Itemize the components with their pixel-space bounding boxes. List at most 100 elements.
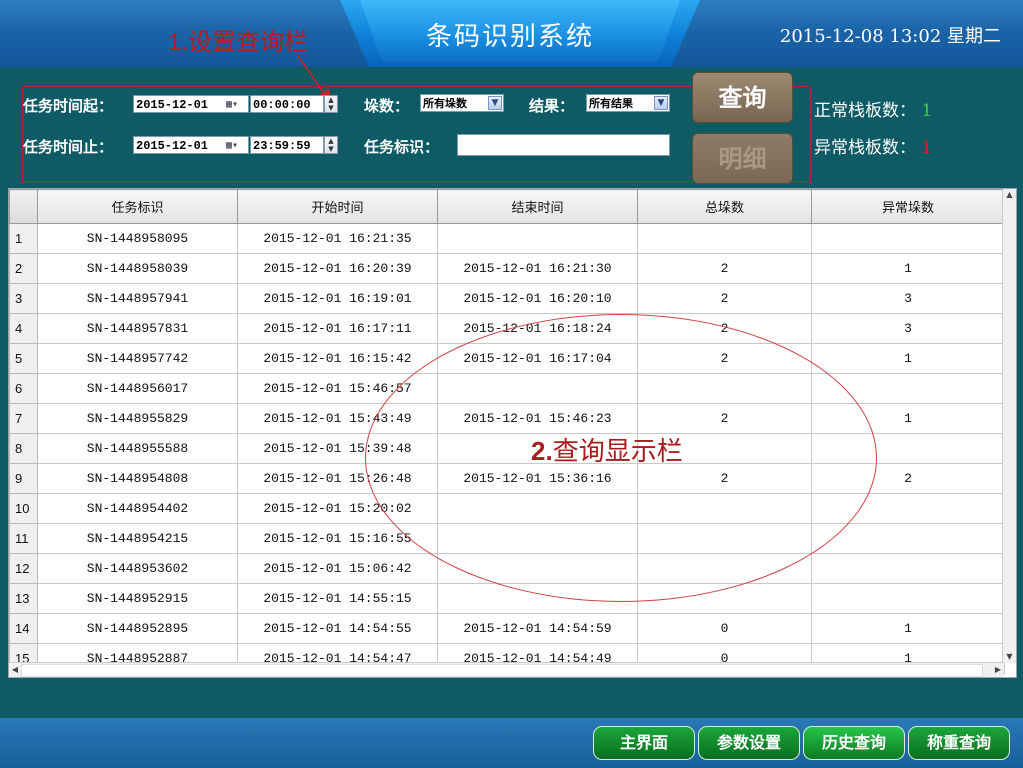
pile-count-value: 所有垛数 [423,97,467,110]
table-cell-start: 2015-12-01 16:17:11 [237,313,438,344]
table-cell-total: 2 [637,283,812,314]
vertical-scrollbar[interactable]: ▲ ▼ [1002,189,1016,663]
table-row[interactable]: 6 SN-1448956017 2015-12-01 15:46:57 [9,373,1005,404]
pile-count-select[interactable]: 所有垛数 ▼ [420,94,504,112]
table-cell-id: SN-1448958039 [37,253,238,284]
row-number: 10 [9,493,38,524]
spin-up-icon[interactable]: ▲ [325,96,337,104]
table-cell-id: SN-1448958095 [37,223,238,254]
scroll-down-icon[interactable]: ▼ [1003,651,1016,663]
table-header-row: 任务标识 开始时间 结束时间 总垛数 异常垛数 [9,189,1005,224]
annotation-display-area: 2.查询显示栏 [531,431,683,468]
table-row[interactable]: 3 SN-1448957941 2015-12-01 16:19:01 2015-12… [9,283,1005,314]
table-cell-end [437,583,638,614]
end-date-value: 2015-12-01 [136,139,209,153]
end-time-spinner[interactable]: ▲ ▼ [324,136,338,154]
column-header[interactable]: 结束时间 [437,189,638,224]
table-cell-total [637,523,812,554]
horizontal-scrollbar[interactable]: ◀ ▶ [9,662,1004,677]
row-number: 8 [9,433,38,464]
table-row[interactable]: 8 SN-1448955588 2015-12-01 15:39:48 [9,433,1005,464]
calendar-dropdown-icon[interactable]: ▦▾ [226,97,248,111]
table-cell-start: 2015-12-01 15:20:02 [237,493,438,524]
results-grid[interactable]: 任务标识 开始时间 结束时间 总垛数 异常垛数 1 SN-1448958095 20… [8,188,1017,678]
table-row[interactable]: 2 SN-1448958039 2015-12-01 16:20:39 2015-12… [9,253,1005,284]
spin-up-icon[interactable]: ▲ [325,137,337,145]
table-cell-id: SN-1448957742 [37,343,238,374]
abnormal-pallet-value: 1 [921,138,933,158]
table-row[interactable]: 7 SN-1448955829 2015-12-01 15:43:49 2015-12… [9,403,1005,434]
table-cell-start: 2015-12-01 15:16:55 [237,523,438,554]
table-cell-abnormal [811,523,1005,554]
table-cell-total: 0 [637,613,812,644]
spin-down-icon[interactable]: ▼ [325,104,337,112]
table-cell-end: 2015-12-01 16:20:10 [437,283,638,314]
query-button[interactable]: 查询 [692,72,793,123]
nav-weighing-button[interactable]: 称重查询 [908,726,1010,760]
start-date-picker[interactable]: 2015-12-01 ▦▾ [133,95,249,113]
nav-settings-button[interactable]: 参数设置 [698,726,800,760]
detail-button[interactable]: 明细 [692,133,793,184]
table-row[interactable]: 1 SN-1448958095 2015-12-01 16:21:35 [9,223,1005,254]
calendar-dropdown-icon[interactable]: ▦▾ [226,138,248,152]
table-cell-id: SN-1448952895 [37,613,238,644]
table-cell-id: SN-1448957831 [37,313,238,344]
row-number: 13 [9,583,38,614]
start-time-input[interactable]: 00:00:00 [250,95,324,113]
table-cell-end [437,223,638,254]
table-row[interactable]: 5 SN-1448957742 2015-12-01 16:15:42 2015-12… [9,343,1005,374]
table-cell-start: 2015-12-01 14:55:15 [237,583,438,614]
table-row[interactable]: 13 SN-1448952915 2015-12-01 14:55:15 [9,583,1005,614]
normal-pallet-label: 正常栈板数： [814,101,916,121]
end-time-input[interactable]: 23:59:59 [250,136,324,154]
column-header[interactable]: 任务标识 [37,189,238,224]
table-cell-id: SN-1448954215 [37,523,238,554]
table-cell-start: 2015-12-01 15:46:57 [237,373,438,404]
table-cell-start: 2015-12-01 15:43:49 [237,403,438,434]
nav-history-button[interactable]: 历史查询 [803,726,905,760]
spin-down-icon[interactable]: ▼ [325,145,337,153]
table-cell-abnormal: 1 [811,403,1005,434]
table-row[interactable]: 14 SN-1448952895 2015-12-01 14:54:55 2015-1… [9,613,1005,644]
start-time-spinner[interactable]: ▲ ▼ [324,95,338,113]
table-cell-abnormal: 3 [811,283,1005,314]
normal-pallet-count: 正常栈板数： 1 [814,96,932,121]
table-cell-abnormal [811,373,1005,404]
table-cell-id: SN-1448955829 [37,403,238,434]
table-row[interactable]: 9 SN-1448954808 2015-12-01 15:26:48 2015-12… [9,463,1005,494]
table-row[interactable]: 11 SN-1448954215 2015-12-01 15:16:55 [9,523,1005,554]
table-body: 1 SN-1448958095 2015-12-01 16:21:35 2 SN-144… [9,223,1005,674]
chevron-down-icon[interactable]: ▼ [488,96,502,110]
scroll-left-icon[interactable]: ◀ [9,663,21,677]
row-number: 4 [9,313,38,344]
chevron-down-icon[interactable]: ▼ [654,96,668,110]
table-cell-id: SN-1448954402 [37,493,238,524]
row-number: 5 [9,343,38,374]
scroll-right-icon[interactable]: ▶ [992,663,1004,677]
table-cell-end: 2015-12-01 16:18:24 [437,313,638,344]
table-row[interactable]: 12 SN-1448953602 2015-12-01 15:06:42 [9,553,1005,584]
table-row[interactable]: 4 SN-1448957831 2015-12-01 16:17:11 2015-12… [9,313,1005,344]
nav-main-button[interactable]: 主界面 [593,726,695,760]
table-cell-total: 2 [637,343,812,374]
table-cell-abnormal: 2 [811,463,1005,494]
normal-pallet-value: 1 [921,101,933,121]
table-cell-end [437,553,638,584]
task-id-input[interactable] [457,134,670,156]
column-header[interactable]: 异常垛数 [811,189,1005,224]
scroll-up-icon[interactable]: ▲ [1003,189,1016,201]
datetime-display: 2015-12-08 13:02 星期二 [779,26,1001,47]
result-select[interactable]: 所有结果 ▼ [586,94,670,112]
row-number-header [9,189,38,224]
table-cell-start: 2015-12-01 16:21:35 [237,223,438,254]
end-date-picker[interactable]: 2015-12-01 ▦▾ [133,136,249,154]
results-table: 任务标识 开始时间 结束时间 总垛数 异常垛数 1 SN-1448958095 20… [9,189,1005,674]
column-header[interactable]: 总垛数 [637,189,812,224]
row-number: 12 [9,553,38,584]
table-cell-abnormal [811,583,1005,614]
abnormal-pallet-count: 异常栈板数： 1 [814,133,932,158]
column-header[interactable]: 开始时间 [237,189,438,224]
result-value: 所有结果 [589,97,633,110]
horizontal-scroll-thumb[interactable] [21,664,983,677]
table-row[interactable]: 10 SN-1448954402 2015-12-01 15:20:02 [9,493,1005,524]
